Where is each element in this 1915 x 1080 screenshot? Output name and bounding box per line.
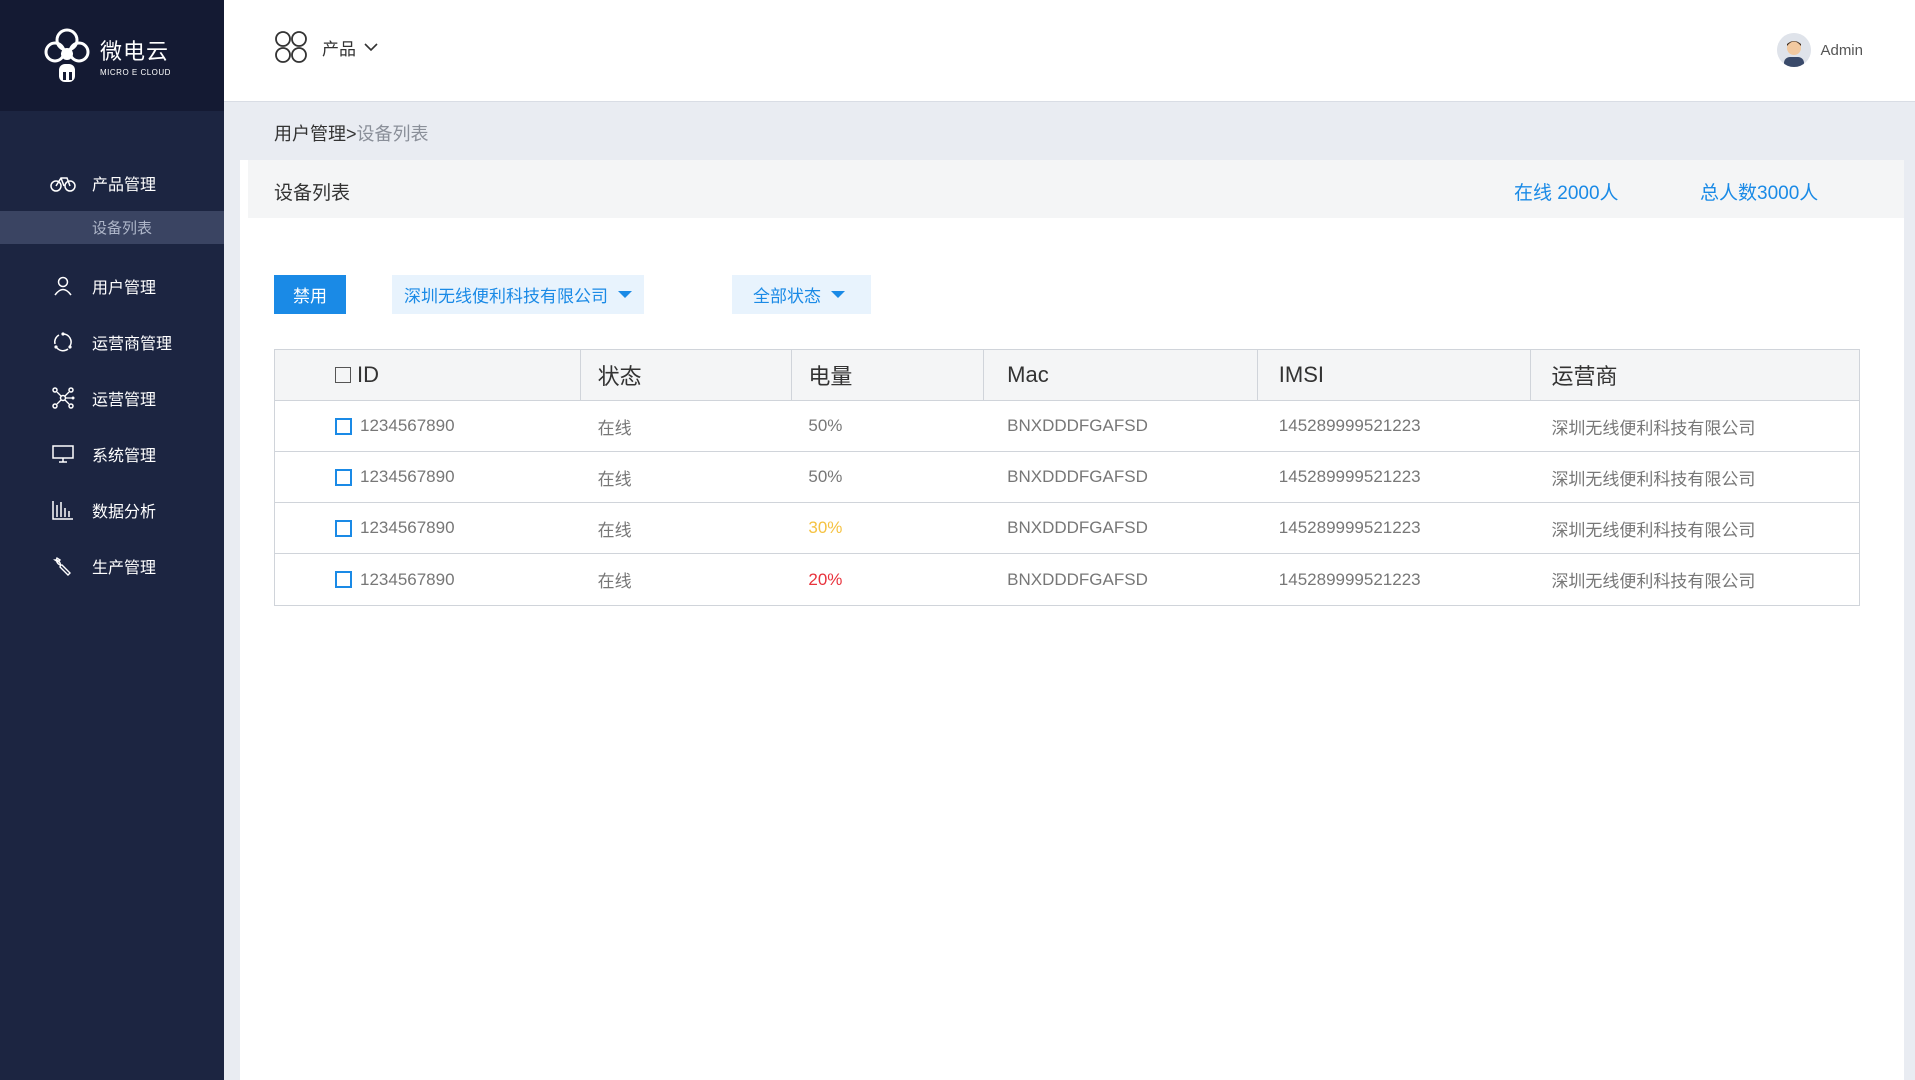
cell-status: 在线 bbox=[597, 418, 632, 438]
sidebar-item-production[interactable]: 生产管理 bbox=[0, 538, 224, 594]
device-list-card: 设备列表 在线 2000人 总人数3000人 禁用 深圳无线便利科技有限公司 全… bbox=[240, 160, 1904, 1080]
cell-id: 1234567890 bbox=[275, 554, 581, 605]
disable-button[interactable]: 禁用 bbox=[274, 275, 346, 314]
cell-imsi: 145289999521223 bbox=[1278, 416, 1421, 435]
cell-mac: BNXDDDFGAFSD bbox=[1007, 518, 1148, 537]
company-select[interactable]: 深圳无线便利科技有限公司 bbox=[392, 275, 644, 314]
brand-name: 微电云 bbox=[100, 39, 170, 64]
caret-down-icon bbox=[831, 291, 845, 298]
table-row[interactable]: 1234567890 在线 30% BNXDDDFGAFSD 145289999… bbox=[275, 503, 1859, 554]
col-status[interactable]: 状态 bbox=[581, 350, 793, 400]
cycle-icon bbox=[50, 329, 76, 355]
monitor-icon bbox=[50, 441, 76, 467]
col-operator[interactable]: 运营商 bbox=[1531, 350, 1859, 400]
product-switcher[interactable]: 产品 bbox=[274, 30, 379, 64]
total-count: 总人数3000人 bbox=[1700, 183, 1819, 204]
cell-mac: BNXDDDFGAFSD bbox=[1007, 416, 1148, 435]
row-checkbox[interactable] bbox=[335, 417, 352, 435]
col-mac[interactable]: Mac bbox=[984, 350, 1258, 400]
cell-status: 在线 bbox=[597, 572, 632, 591]
cell-imsi: 145289999521223 bbox=[1278, 467, 1421, 486]
sidebar-item-analytics[interactable]: 数据分析 bbox=[0, 482, 224, 538]
sidebar-item-user[interactable]: 用户管理 bbox=[0, 258, 224, 314]
sidebar-item-operator[interactable]: 运营商管理 bbox=[0, 314, 224, 370]
device-table: ID 状态 电量 Mac IMSI 运营商 1234567890 在线 50% … bbox=[274, 349, 1860, 606]
wrench-icon bbox=[50, 553, 76, 579]
cell-mac: BNXDDDFGAFSD bbox=[1007, 467, 1148, 486]
id-value: 1234567890 bbox=[360, 518, 455, 537]
avatar bbox=[1777, 33, 1812, 67]
cell-operator: 深圳无线便利科技有限公司 bbox=[1551, 572, 1756, 591]
brand-subtitle: MICRO E CLOUD bbox=[100, 68, 171, 77]
table-row[interactable]: 1234567890 在线 50% BNXDDDFGAFSD 145289999… bbox=[275, 401, 1859, 452]
cell-status: 在线 bbox=[597, 469, 632, 489]
status-select-value: 全部状态 bbox=[753, 287, 821, 306]
sidebar-item-label: 生产管理 bbox=[92, 560, 157, 577]
breadcrumb-current: 设备列表 bbox=[356, 124, 429, 144]
id-value: 1234567890 bbox=[360, 416, 455, 435]
caret-down-icon bbox=[618, 291, 632, 298]
cell-id: 1234567890 bbox=[275, 401, 581, 451]
cell-status: 在线 bbox=[597, 520, 632, 540]
table-row[interactable]: 1234567890 在线 50% BNXDDDFGAFSD 145289999… bbox=[275, 452, 1859, 503]
status-select[interactable]: 全部状态 bbox=[732, 275, 871, 314]
sidebar-item-product[interactable]: 产品管理 bbox=[0, 155, 224, 211]
sidebar-item-label: 运营管理 bbox=[92, 392, 157, 409]
cell-operator: 深圳无线便利科技有限公司 bbox=[1551, 418, 1756, 438]
product-label: 产品 bbox=[322, 39, 356, 59]
sidebar-item-system[interactable]: 系统管理 bbox=[0, 426, 224, 482]
row-checkbox[interactable] bbox=[335, 468, 352, 486]
cloud-plug-icon bbox=[44, 28, 90, 82]
cell-mac: BNXDDDFGAFSD bbox=[1007, 569, 1148, 589]
cell-battery: 50% bbox=[808, 467, 843, 486]
network-icon bbox=[50, 385, 76, 411]
bicycle-icon bbox=[50, 170, 76, 196]
id-value: 1234567890 bbox=[360, 569, 455, 589]
breadcrumb: 用户管理>设备列表 bbox=[274, 120, 429, 146]
sidebar-subitem-device-list[interactable]: 设备列表 bbox=[0, 211, 224, 244]
id-value: 1234567890 bbox=[360, 467, 455, 486]
cell-battery: 30% bbox=[808, 518, 843, 537]
online-count: 在线 2000人 bbox=[1514, 183, 1619, 204]
cell-imsi: 145289999521223 bbox=[1278, 518, 1421, 537]
cell-imsi: 145289999521223 bbox=[1278, 569, 1421, 589]
table-row[interactable]: 1234567890 在线 20% BNXDDDFGAFSD 145289999… bbox=[275, 554, 1859, 605]
cell-operator: 深圳无线便利科技有限公司 bbox=[1551, 520, 1756, 540]
cell-battery: 50% bbox=[808, 416, 843, 435]
col-imsi[interactable]: IMSI bbox=[1258, 350, 1532, 400]
row-checkbox[interactable] bbox=[335, 519, 352, 537]
user-icon bbox=[50, 273, 76, 299]
chevron-down-icon bbox=[364, 43, 378, 52]
bar-chart-icon bbox=[50, 497, 76, 523]
company-select-value: 深圳无线便利科技有限公司 bbox=[404, 287, 608, 306]
logo[interactable]: 微电云 MICRO E CLOUD bbox=[0, 0, 224, 111]
user-name: Admin bbox=[1820, 41, 1863, 59]
sidebar-item-label: 系统管理 bbox=[92, 448, 157, 465]
col-battery[interactable]: 电量 bbox=[792, 350, 985, 400]
side-nav: 产品管理 设备列表 用户管理 运营商管理 运营管理 系统管理 数据分析 生产管理 bbox=[0, 155, 224, 594]
row-checkbox[interactable] bbox=[335, 571, 352, 588]
sidebar-item-label: 数据分析 bbox=[92, 504, 157, 521]
breadcrumb-parent[interactable]: 用户管理> bbox=[274, 124, 357, 144]
sidebar-item-operation[interactable]: 运营管理 bbox=[0, 370, 224, 426]
card-header: 设备列表 在线 2000人 总人数3000人 bbox=[248, 160, 1904, 218]
sidebar-item-label: 用户管理 bbox=[92, 280, 157, 297]
sidebar: 微电云 MICRO E CLOUD 产品管理 设备列表 用户管理 运营商管理 运… bbox=[0, 0, 224, 1080]
top-header: 产品 Admin bbox=[224, 0, 1915, 102]
sidebar-item-label: 产品管理 bbox=[92, 177, 157, 194]
cell-id: 1234567890 bbox=[275, 452, 581, 502]
page-title: 设备列表 bbox=[274, 183, 351, 204]
grid-icon bbox=[275, 31, 307, 63]
table-header: ID 状态 电量 Mac IMSI 运营商 bbox=[275, 350, 1859, 401]
sidebar-item-label: 运营商管理 bbox=[92, 336, 173, 353]
cell-operator: 深圳无线便利科技有限公司 bbox=[1551, 469, 1756, 489]
user-menu[interactable]: Admin bbox=[1777, 33, 1863, 67]
col-id: ID bbox=[275, 350, 581, 400]
cell-id: 1234567890 bbox=[275, 503, 581, 553]
cell-battery: 20% bbox=[808, 569, 843, 589]
select-all-checkbox[interactable] bbox=[335, 367, 351, 383]
col-header-label: ID bbox=[357, 362, 379, 387]
